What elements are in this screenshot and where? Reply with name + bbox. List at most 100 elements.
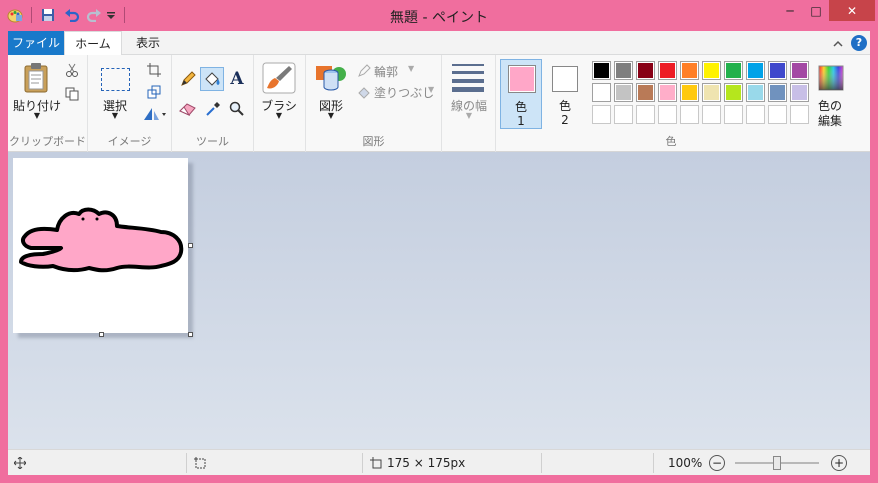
palette-swatch[interactable] <box>636 61 655 80</box>
copy-icon[interactable] <box>64 86 80 102</box>
palette-swatch[interactable] <box>636 105 655 124</box>
palette-swatch[interactable] <box>658 83 677 102</box>
color1-button[interactable]: 色 1 <box>500 59 542 129</box>
help-icon[interactable]: ? <box>851 35 867 51</box>
canvas-area[interactable] <box>8 152 870 449</box>
palette-swatch[interactable] <box>614 83 633 102</box>
tab-view[interactable]: 表示 <box>124 31 172 55</box>
tools-group-label: ツール <box>196 135 229 148</box>
palette-swatch[interactable] <box>790 61 809 80</box>
palette-swatch[interactable] <box>680 105 699 124</box>
size-line-1 <box>452 64 484 66</box>
palette-swatch[interactable] <box>636 83 655 102</box>
tab-file[interactable]: ファイル <box>8 31 64 55</box>
select-icon[interactable] <box>101 68 130 91</box>
palette-swatch[interactable] <box>592 61 611 80</box>
palette-swatch[interactable] <box>702 105 721 124</box>
fill-shape-button[interactable]: 塗りつぶし <box>374 84 434 101</box>
paste-dropdown-icon[interactable]: ▼ <box>12 111 62 120</box>
edit-colors-icon[interactable] <box>816 63 846 93</box>
palette-swatch[interactable] <box>746 61 765 80</box>
rotate-icon[interactable] <box>140 106 168 122</box>
palette-swatch[interactable] <box>592 105 611 124</box>
paste-icon[interactable] <box>20 60 54 96</box>
palette-swatch[interactable] <box>746 105 765 124</box>
canvas-size-readout: 175 × 175px <box>387 456 466 470</box>
status-divider <box>186 453 187 473</box>
palette-swatch[interactable] <box>614 61 633 80</box>
resize-icon[interactable] <box>146 84 162 100</box>
color2-number: 2 <box>561 113 569 127</box>
selection-size-icon <box>192 450 208 476</box>
palette-swatch[interactable] <box>702 83 721 102</box>
fill-shape-icon[interactable] <box>356 84 372 100</box>
title-bar[interactable]: 無題 - ペイント ─ □ ✕ <box>0 0 878 31</box>
palette-swatch[interactable] <box>768 105 787 124</box>
canvas-size-icon <box>368 450 384 476</box>
palette-swatch[interactable] <box>724 105 743 124</box>
color-palette <box>592 61 814 127</box>
cut-icon[interactable] <box>64 62 80 78</box>
color-picker-icon[interactable] <box>202 98 224 120</box>
outline-icon[interactable] <box>356 63 372 79</box>
zoom-out-button[interactable]: − <box>709 455 725 471</box>
zoom-in-button[interactable]: + <box>831 455 847 471</box>
magnifier-icon[interactable] <box>226 98 248 120</box>
palette-swatch[interactable] <box>724 61 743 80</box>
shapes-dropdown-icon[interactable]: ▼ <box>308 111 354 120</box>
size-dropdown-icon[interactable]: ▼ <box>444 111 494 120</box>
resize-handle-right[interactable] <box>188 243 193 248</box>
palette-swatch[interactable] <box>592 83 611 102</box>
window-title: 無題 - ペイント <box>390 10 488 26</box>
cursor-position-icon <box>12 450 28 476</box>
palette-swatch[interactable] <box>790 83 809 102</box>
palette-swatch[interactable] <box>658 105 677 124</box>
size-line-2 <box>452 71 484 74</box>
drawing-canvas[interactable] <box>13 158 188 333</box>
brush-icon[interactable] <box>261 61 297 95</box>
ribbon: 貼り付け ▼ クリップボード 選択 ▼ イメージ A ツール ブラシ ▼ 図形 … <box>8 55 870 152</box>
color2-swatch <box>552 66 578 92</box>
zoom-slider[interactable] <box>735 456 819 470</box>
maximize-button[interactable]: □ <box>803 0 829 21</box>
color2-button[interactable]: 色 2 <box>546 59 586 129</box>
outline-dropdown-icon[interactable]: ▼ <box>408 64 414 73</box>
shapes-icon[interactable] <box>314 62 348 94</box>
shapes-group-label: 図形 <box>362 135 385 148</box>
minimize-button[interactable]: ─ <box>777 0 803 21</box>
close-button[interactable]: ✕ <box>829 0 875 21</box>
status-divider <box>541 453 542 473</box>
group-brushes: ブラシ ▼ <box>254 55 306 152</box>
palette-swatch[interactable] <box>614 105 633 124</box>
palette-swatch[interactable] <box>680 61 699 80</box>
palette-swatch[interactable] <box>724 83 743 102</box>
palette-swatch[interactable] <box>768 83 787 102</box>
palette-swatch[interactable] <box>680 83 699 102</box>
fill-shape-dropdown-icon[interactable]: ▼ <box>428 85 434 94</box>
clipboard-group-label: クリップボード <box>9 135 86 148</box>
palette-swatch[interactable] <box>658 61 677 80</box>
resize-handle-bottom[interactable] <box>99 332 104 337</box>
color1-swatch <box>508 65 536 93</box>
outline-button[interactable]: 輪郭 <box>374 63 398 80</box>
eraser-icon[interactable] <box>177 98 199 120</box>
group-colors: 色 1 色 2 色の 編集 色 <box>496 55 846 152</box>
palette-swatch[interactable] <box>746 83 765 102</box>
palette-swatch[interactable] <box>702 61 721 80</box>
fill-icon[interactable] <box>200 67 224 91</box>
brushes-dropdown-icon[interactable]: ▼ <box>256 111 302 120</box>
collapse-ribbon-icon[interactable] <box>831 34 845 52</box>
edit-colors-label-2[interactable]: 編集 <box>810 112 850 129</box>
tab-home[interactable]: ホーム <box>64 31 122 56</box>
group-clipboard: 貼り付け ▼ クリップボード <box>8 55 88 152</box>
palette-swatch[interactable] <box>790 105 809 124</box>
pencil-icon[interactable] <box>177 68 199 90</box>
crop-icon[interactable] <box>146 62 162 78</box>
select-dropdown-icon[interactable]: ▼ <box>92 111 138 120</box>
image-group-label: イメージ <box>107 135 152 148</box>
resize-handle-corner[interactable] <box>188 332 193 337</box>
palette-swatch[interactable] <box>768 61 787 80</box>
text-icon[interactable]: A <box>226 68 248 90</box>
color2-label: 色 <box>558 99 571 113</box>
zoom-slider-thumb[interactable] <box>773 456 781 470</box>
